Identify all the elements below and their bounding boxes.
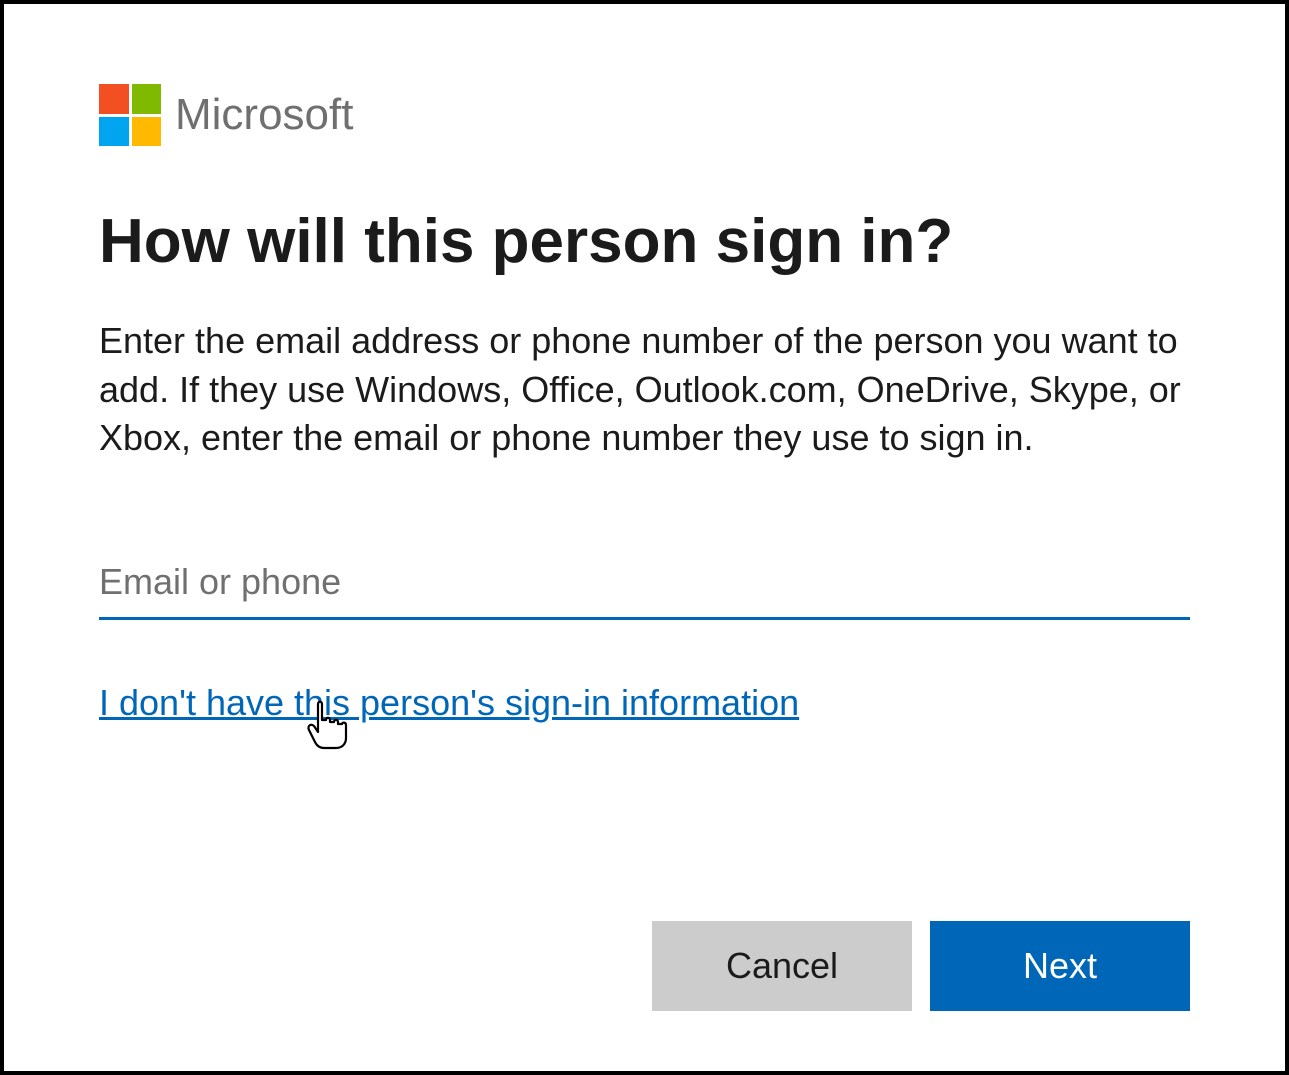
dialog-heading: How will this person sign in? bbox=[99, 206, 1190, 277]
cancel-button[interactable]: Cancel bbox=[652, 921, 912, 1011]
brand-name: Microsoft bbox=[175, 90, 353, 140]
dialog-description: Enter the email address or phone number … bbox=[99, 317, 1190, 463]
microsoft-logo-icon bbox=[99, 84, 161, 146]
email-or-phone-input[interactable] bbox=[99, 553, 1190, 620]
next-button[interactable]: Next bbox=[930, 921, 1190, 1011]
account-signin-dialog: Microsoft How will this person sign in? … bbox=[0, 0, 1289, 1075]
dialog-button-row: Cancel Next bbox=[99, 921, 1190, 1011]
brand-header: Microsoft bbox=[99, 84, 1190, 146]
no-signin-info-link[interactable]: I don't have this person's sign-in infor… bbox=[99, 682, 799, 724]
alt-link-row: I don't have this person's sign-in infor… bbox=[99, 682, 1190, 724]
